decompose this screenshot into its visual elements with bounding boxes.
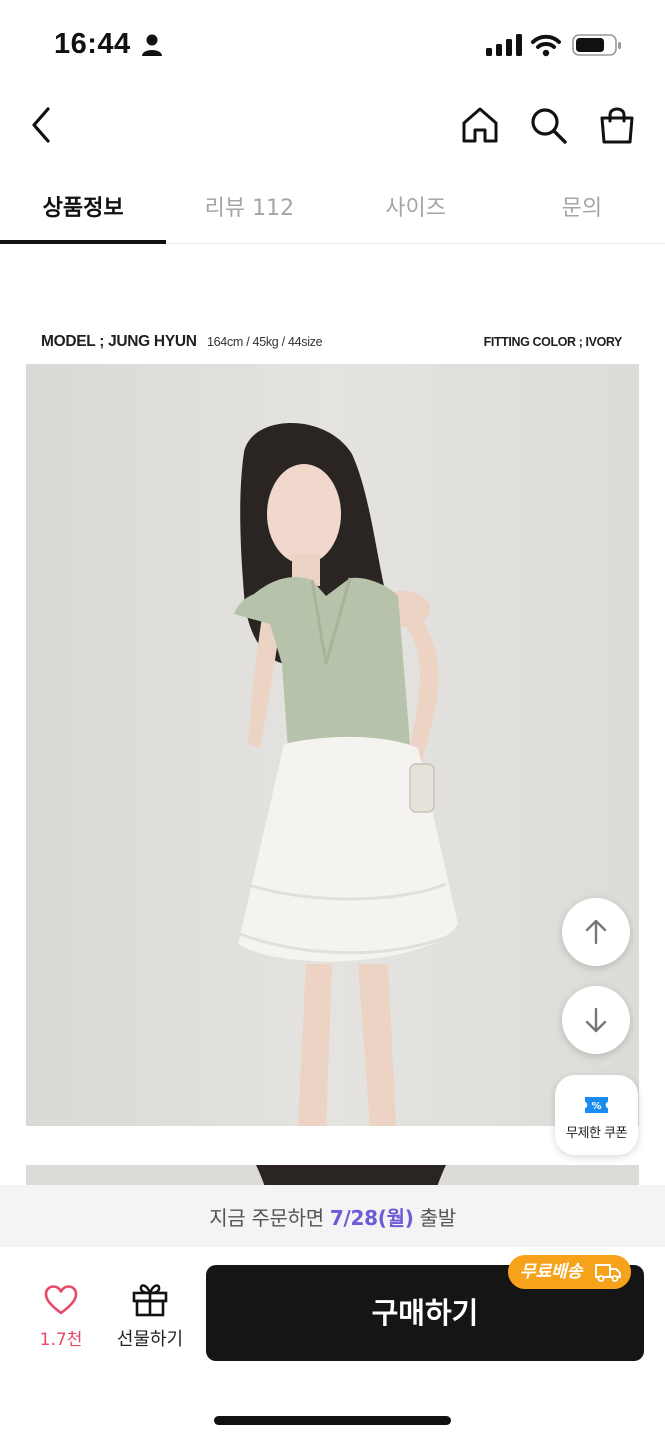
free-shipping-badge: 무료배송 — [508, 1255, 631, 1289]
chevron-left-icon — [32, 107, 50, 143]
scroll-down-button[interactable] — [562, 986, 630, 1054]
coupon-label: 무제한 쿠폰 — [566, 1126, 627, 1141]
product-photo — [26, 364, 639, 1126]
home-indicator[interactable] — [214, 1416, 451, 1425]
status-bar: 16:44 — [0, 0, 665, 90]
model-photo-2-illustration — [26, 1165, 639, 1185]
coupon-ticket-icon: % — [585, 1097, 608, 1113]
gift-button[interactable]: 선물하기 — [108, 1283, 192, 1355]
shipping-notice: 지금 주문하면 7/28(월) 출발 — [0, 1185, 665, 1247]
bottom-action-bar: 1.7천 선물하기 구매하기 무료배송 — [0, 1247, 665, 1440]
product-photo-2 — [26, 1165, 639, 1185]
heart-icon — [44, 1285, 78, 1315]
arrow-up-icon — [585, 919, 607, 945]
wifi-icon — [531, 34, 561, 57]
model-name: MODEL ; JUNG HYUN — [41, 333, 197, 350]
shipping-suffix: 출발 — [413, 1206, 457, 1230]
truck-icon — [595, 1264, 621, 1282]
search-icon — [531, 108, 567, 144]
status-time: 16:44 — [54, 28, 131, 60]
gift-icon — [132, 1284, 168, 1317]
cellular-signal-icon — [486, 34, 522, 56]
product-tab-bar: 상품정보 리뷰 112 사이즈 문의 — [0, 168, 665, 244]
arrow-down-icon — [585, 1007, 607, 1033]
shipping-date: 7/28(월) — [329, 1206, 414, 1230]
fitting-color: FITTING COLOR ; IVORY — [483, 335, 623, 349]
coupon-button[interactable]: % 무제한 쿠폰 — [555, 1075, 638, 1155]
top-nav-bar — [0, 90, 665, 160]
model-spec: 164cm / 45kg / 44size — [207, 335, 323, 349]
battery-icon — [572, 34, 621, 56]
free-shipping-label: 무료배송 — [520, 1262, 583, 1282]
shopping-bag-icon — [600, 107, 634, 144]
shipping-prefix: 지금 주문하면 — [209, 1206, 330, 1230]
model-photo-illustration — [26, 364, 639, 1126]
like-button[interactable]: 1.7천 — [20, 1285, 102, 1355]
home-button[interactable] — [457, 102, 503, 148]
svg-text:%: % — [591, 1101, 601, 1112]
like-count: 1.7천 — [39, 1330, 83, 1350]
tab-inquiry[interactable]: 문의 — [499, 168, 665, 243]
person-icon — [142, 34, 162, 56]
product-detail-content[interactable]: MODEL ; JUNG HYUN 164cm / 45kg / 44size … — [0, 245, 665, 1185]
home-icon — [462, 107, 498, 143]
shopping-bag-button[interactable] — [594, 102, 640, 148]
search-button[interactable] — [525, 102, 571, 148]
scroll-up-button[interactable] — [562, 898, 630, 966]
gift-label: 선물하기 — [116, 1329, 184, 1350]
tab-reviews[interactable]: 리뷰 112 — [166, 168, 332, 243]
tab-size[interactable]: 사이즈 — [333, 168, 499, 243]
back-button[interactable] — [18, 102, 64, 148]
tab-product-info[interactable]: 상품정보 — [0, 168, 167, 244]
